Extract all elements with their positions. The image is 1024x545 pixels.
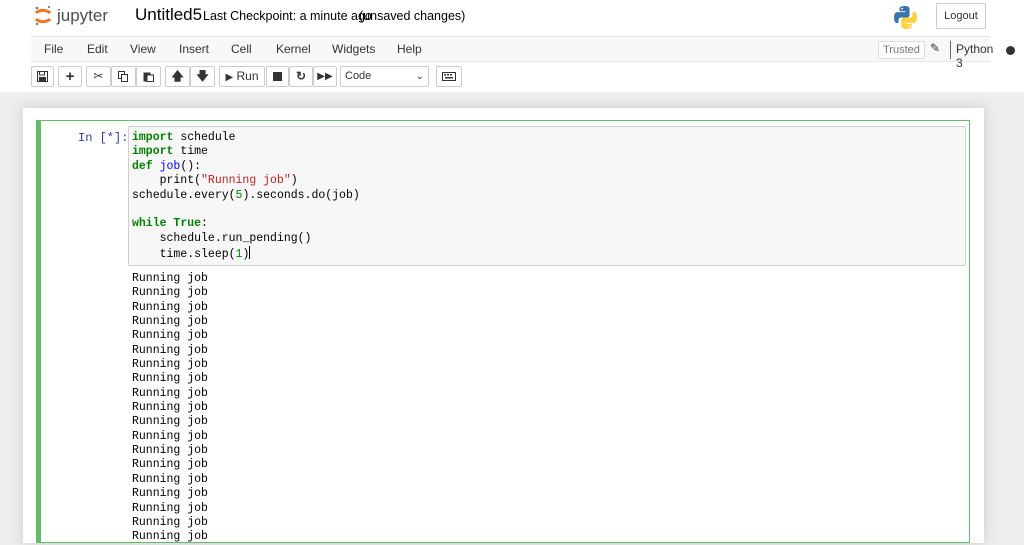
kernel-busy-indicator-icon [1006,46,1015,55]
kernel-divider [950,41,951,59]
output-line: Running job [132,501,208,515]
stop-icon [273,72,282,81]
cell-type-select[interactable]: Code ⌄ [340,66,429,87]
arrow-down-icon: 🡇 [196,69,209,83]
output-line: Running job [132,429,208,443]
output-line: Running job [132,358,208,372]
menubar: File Edit View Insert Cell Kernel Widget… [31,36,1015,70]
text-cursor [249,246,251,260]
restart-icon: ↻ [295,69,307,83]
brand-text: jupyter [56,6,108,25]
menu-help[interactable]: Help [397,42,422,56]
paste-button[interactable] [136,66,161,87]
pencil-icon[interactable]: ✎ [930,41,940,55]
output-line: Running job [132,272,208,285]
copy-button[interactable] [111,66,136,87]
chevron-down-icon: ⌄ [415,71,424,82]
scissors-icon: ✂ [93,69,104,83]
code-line: schedule.run_pending() [132,231,312,245]
output-line: Running job [132,401,208,415]
menu-edit[interactable]: Edit [87,42,108,56]
menu-insert[interactable]: Insert [179,42,209,56]
logout-button[interactable]: Logout [936,3,986,29]
code-line: import schedule [132,131,236,144]
plus-icon: + [65,68,75,85]
cell-type-value: Code [345,70,372,82]
header: jupyter Untitled5 Last Checkpoint: a min… [0,0,1024,92]
arrow-up-icon: 🡅 [171,69,184,83]
python-logo-icon [894,6,917,29]
output-line: Running job [132,458,208,472]
move-up-button[interactable]: 🡅 [165,66,190,87]
output-line: Running job [132,444,208,458]
output-line: Running job [132,515,208,529]
output-line: Running job [132,286,208,300]
output-line: Running job [132,487,208,501]
cut-button[interactable]: ✂ [86,66,111,87]
output-line: Running job [132,472,208,486]
run-icon: ▶ [225,72,234,83]
code-line: schedule.every(5).seconds.do(job) [132,188,360,202]
command-palette-button[interactable] [436,66,462,87]
restart-run-all-button[interactable]: ▶▶ [313,66,337,87]
code-line: while True: [132,217,208,231]
output-line: Running job [132,300,208,314]
output-line: Running job [132,343,208,357]
paste-icon [143,72,154,82]
copy-icon [118,71,128,82]
code-line: def job(): [132,159,202,173]
save-icon [37,71,48,82]
run-button[interactable]: ▶ Run [219,66,265,87]
move-down-button[interactable]: 🡇 [190,66,215,87]
code-line: import time [132,145,208,159]
code-content[interactable]: import schedule import time def job(): p… [132,131,360,263]
insert-cell-button[interactable]: + [58,66,82,87]
keyboard-icon [442,72,456,81]
jupyter-logo[interactable]: jupyter [33,4,125,28]
output-line: Running job [132,530,208,544]
autosave-status: (unsaved changes) [359,9,466,23]
interrupt-button[interactable] [266,66,289,87]
save-button[interactable] [31,66,54,87]
fast-forward-icon: ▶▶ [317,71,333,82]
menu-widgets[interactable]: Widgets [332,42,375,56]
output-line: Running job [132,315,208,329]
menu-cell[interactable]: Cell [231,42,252,56]
notebook-title[interactable]: Untitled5 [135,5,202,25]
output-line: Running job [132,386,208,400]
input-prompt: In [*]: [78,131,129,145]
menu-file[interactable]: File [44,42,63,56]
output-line: Running job [132,415,208,429]
output-line: Running job [132,372,208,386]
code-line: print("Running job") [132,174,298,188]
restart-button[interactable]: ↻ [289,66,313,87]
menu-kernel[interactable]: Kernel [276,42,311,56]
code-line: time.sleep(1) [132,246,251,262]
output-line: Running job [132,329,208,343]
trusted-indicator[interactable]: Trusted [878,41,925,59]
jupyter-logo-icon: jupyter [34,5,108,26]
run-label: Run [236,69,259,83]
menu-view[interactable]: View [130,42,156,56]
cell-output: Running job Running job Running job Running… [132,272,208,545]
checkpoint-status: Last Checkpoint: a minute ago [203,9,372,23]
kernel-name: Python 3 [956,42,994,70]
